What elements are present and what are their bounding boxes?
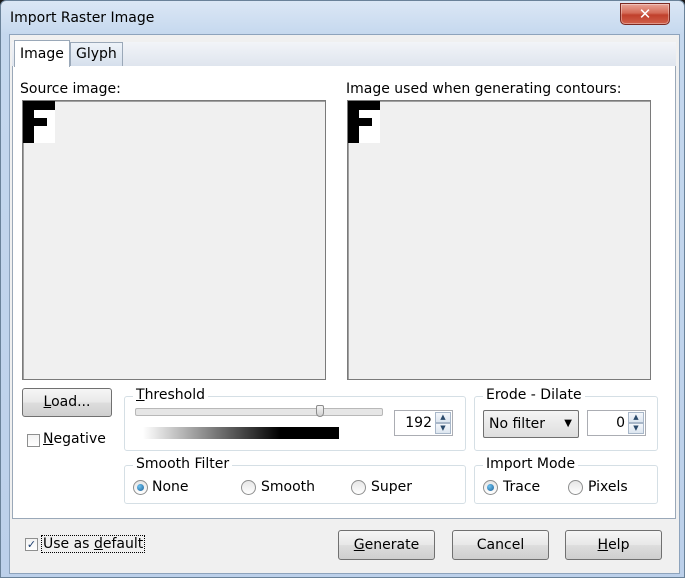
source-image-label: Source image:: [20, 81, 121, 97]
threshold-slider-thumb[interactable]: [315, 405, 324, 417]
threshold-title: Threshold: [133, 387, 209, 403]
radio-pixels[interactable]: [568, 480, 583, 495]
window-title: Import Raster Image: [10, 10, 155, 26]
generate-button[interactable]: Generate: [338, 530, 435, 560]
radio-smooth-label[interactable]: Smooth: [261, 479, 315, 495]
import-mode-title: Import Mode: [483, 456, 579, 472]
spin-down-icon[interactable]: ▼: [435, 423, 451, 434]
use-as-default-label[interactable]: Use as default: [41, 535, 146, 553]
erode-dilate-spinbox[interactable]: 0 ▲ ▼: [587, 410, 646, 436]
spin-up-icon[interactable]: ▲: [435, 412, 451, 423]
check-icon: ✓: [26, 538, 37, 551]
filter-select[interactable]: No filter ▼: [483, 410, 579, 438]
image-tab-panel: Source image: Image used when generating…: [12, 66, 676, 519]
import-mode-group: Import Mode Trace Pixels: [474, 456, 658, 504]
tab-image[interactable]: Image: [14, 40, 70, 67]
dialog-footer: ✓ Use as default Generate Cancel Help: [10, 519, 679, 573]
radio-none-label[interactable]: None: [152, 479, 189, 495]
radio-trace-label[interactable]: Trace: [503, 479, 540, 495]
radio-pixels-label[interactable]: Pixels: [588, 479, 628, 495]
dialog-client-area: Image Glyph Source image: Image used whe…: [9, 34, 680, 574]
radio-none[interactable]: [133, 480, 148, 495]
threshold-group: Threshold 192 ▲ ▼: [124, 387, 466, 451]
filter-select-value: No filter: [489, 416, 546, 432]
spin-up-icon[interactable]: ▲: [628, 412, 644, 423]
threshold-gradient-bar: [143, 427, 339, 439]
output-glyph-image: [348, 101, 380, 143]
help-button[interactable]: Help: [565, 530, 662, 560]
tab-glyph[interactable]: Glyph: [70, 42, 123, 66]
output-image-label: Image used when generating contours:: [346, 81, 622, 97]
import-raster-image-dialog: Import Raster Image ✕ Image Glyph Source…: [0, 0, 685, 578]
radio-super[interactable]: [351, 480, 366, 495]
negative-checkbox[interactable]: [27, 434, 40, 447]
spin-down-icon[interactable]: ▼: [628, 423, 644, 434]
source-glyph-image: [23, 101, 55, 143]
smooth-filter-title: Smooth Filter: [133, 456, 233, 472]
negative-label[interactable]: Negative: [43, 431, 106, 447]
close-button[interactable]: ✕: [620, 3, 670, 25]
radio-smooth[interactable]: [241, 480, 256, 495]
threshold-spinbox[interactable]: 192 ▲ ▼: [394, 410, 453, 436]
close-icon: ✕: [638, 5, 652, 23]
tab-strip: Image Glyph: [12, 40, 676, 67]
chevron-down-icon: ▼: [564, 418, 572, 429]
erode-dilate-title: Erode - Dilate: [483, 387, 585, 403]
use-as-default-checkbox[interactable]: ✓: [25, 538, 38, 551]
source-image-preview: [22, 100, 326, 380]
smooth-filter-group: Smooth Filter None Smooth Super: [124, 456, 466, 504]
erode-dilate-group: Erode - Dilate No filter ▼ 0 ▲ ▼: [474, 387, 658, 451]
threshold-slider-track[interactable]: [135, 408, 383, 416]
radio-super-label[interactable]: Super: [371, 479, 412, 495]
cancel-button[interactable]: Cancel: [452, 530, 549, 560]
radio-trace[interactable]: [483, 480, 498, 495]
title-bar[interactable]: Import Raster Image ✕: [1, 1, 684, 35]
output-image-preview: [347, 100, 651, 380]
load-button[interactable]: Load...: [22, 388, 112, 417]
